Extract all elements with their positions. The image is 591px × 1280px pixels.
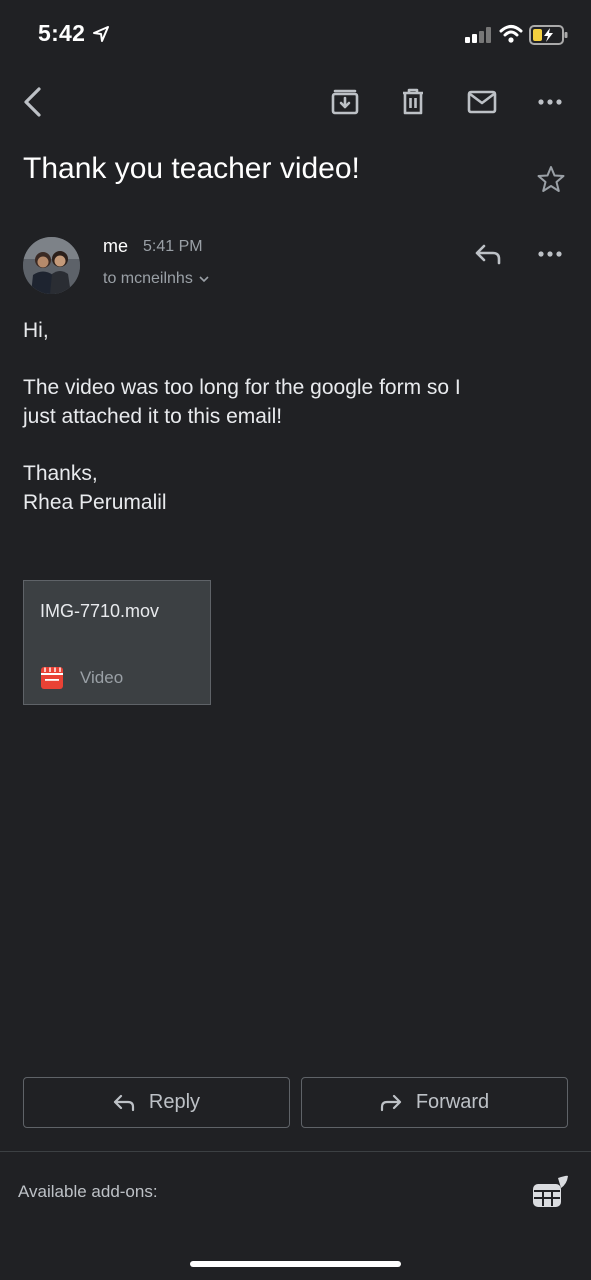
mark-unread-button[interactable] [460,80,504,124]
reply-icon [474,243,502,265]
delete-button[interactable] [391,80,435,124]
battery-charging-icon [529,24,569,46]
body-signature: Rhea Perumalil [23,491,167,514]
more-horizontal-icon [538,251,562,257]
video-file-icon [40,666,64,690]
body-greeting: Hi, [23,319,49,342]
status-time: 5:42 [38,20,86,46]
addon-sheets-icon[interactable] [530,1174,570,1210]
star-icon [537,165,565,193]
more-horizontal-icon [538,99,562,105]
star-button[interactable] [529,157,573,201]
reply-icon-button[interactable] [466,232,510,276]
back-button[interactable] [10,80,54,124]
attachment-card[interactable]: IMG-7710.mov Video [23,580,211,705]
sender-avatar[interactable] [23,237,80,294]
chevron-down-icon [199,275,209,283]
recipient-label: to mcneilnhs [103,270,193,287]
wifi-icon [499,24,523,44]
sent-time: 5:41 PM [143,238,203,255]
body-line: The video was too long for the google fo… [23,376,461,399]
body-line: just attached it to this email! [23,405,283,428]
attachment-type: Video [80,668,124,687]
trash-icon [401,88,425,116]
archive-button[interactable] [323,80,367,124]
reply-button[interactable]: Reply [23,1077,290,1128]
back-icon [21,86,43,118]
home-indicator [190,1261,401,1267]
archive-icon [331,88,359,116]
footer-divider [0,1151,591,1152]
message-more-button[interactable] [528,232,572,276]
forward-label: Forward [415,1091,490,1113]
reply-icon [113,1094,135,1112]
location-arrow-icon [93,26,109,42]
more-options-button[interactable] [528,80,572,124]
recipient-details-toggle[interactable]: to mcneilnhs [103,270,209,288]
body-signoff: Thanks, [23,462,98,485]
attachment-filename: IMG-7710.mov [40,601,160,621]
email-subject: Thank you teacher video! [23,152,360,185]
mail-icon [467,90,497,114]
forward-button[interactable]: Forward [301,1077,568,1128]
cellular-signal-icon [465,27,493,43]
addons-label: Available add-ons: [18,1182,158,1201]
sender-name: me [103,236,129,256]
reply-label: Reply [148,1091,201,1113]
forward-icon [380,1094,402,1112]
